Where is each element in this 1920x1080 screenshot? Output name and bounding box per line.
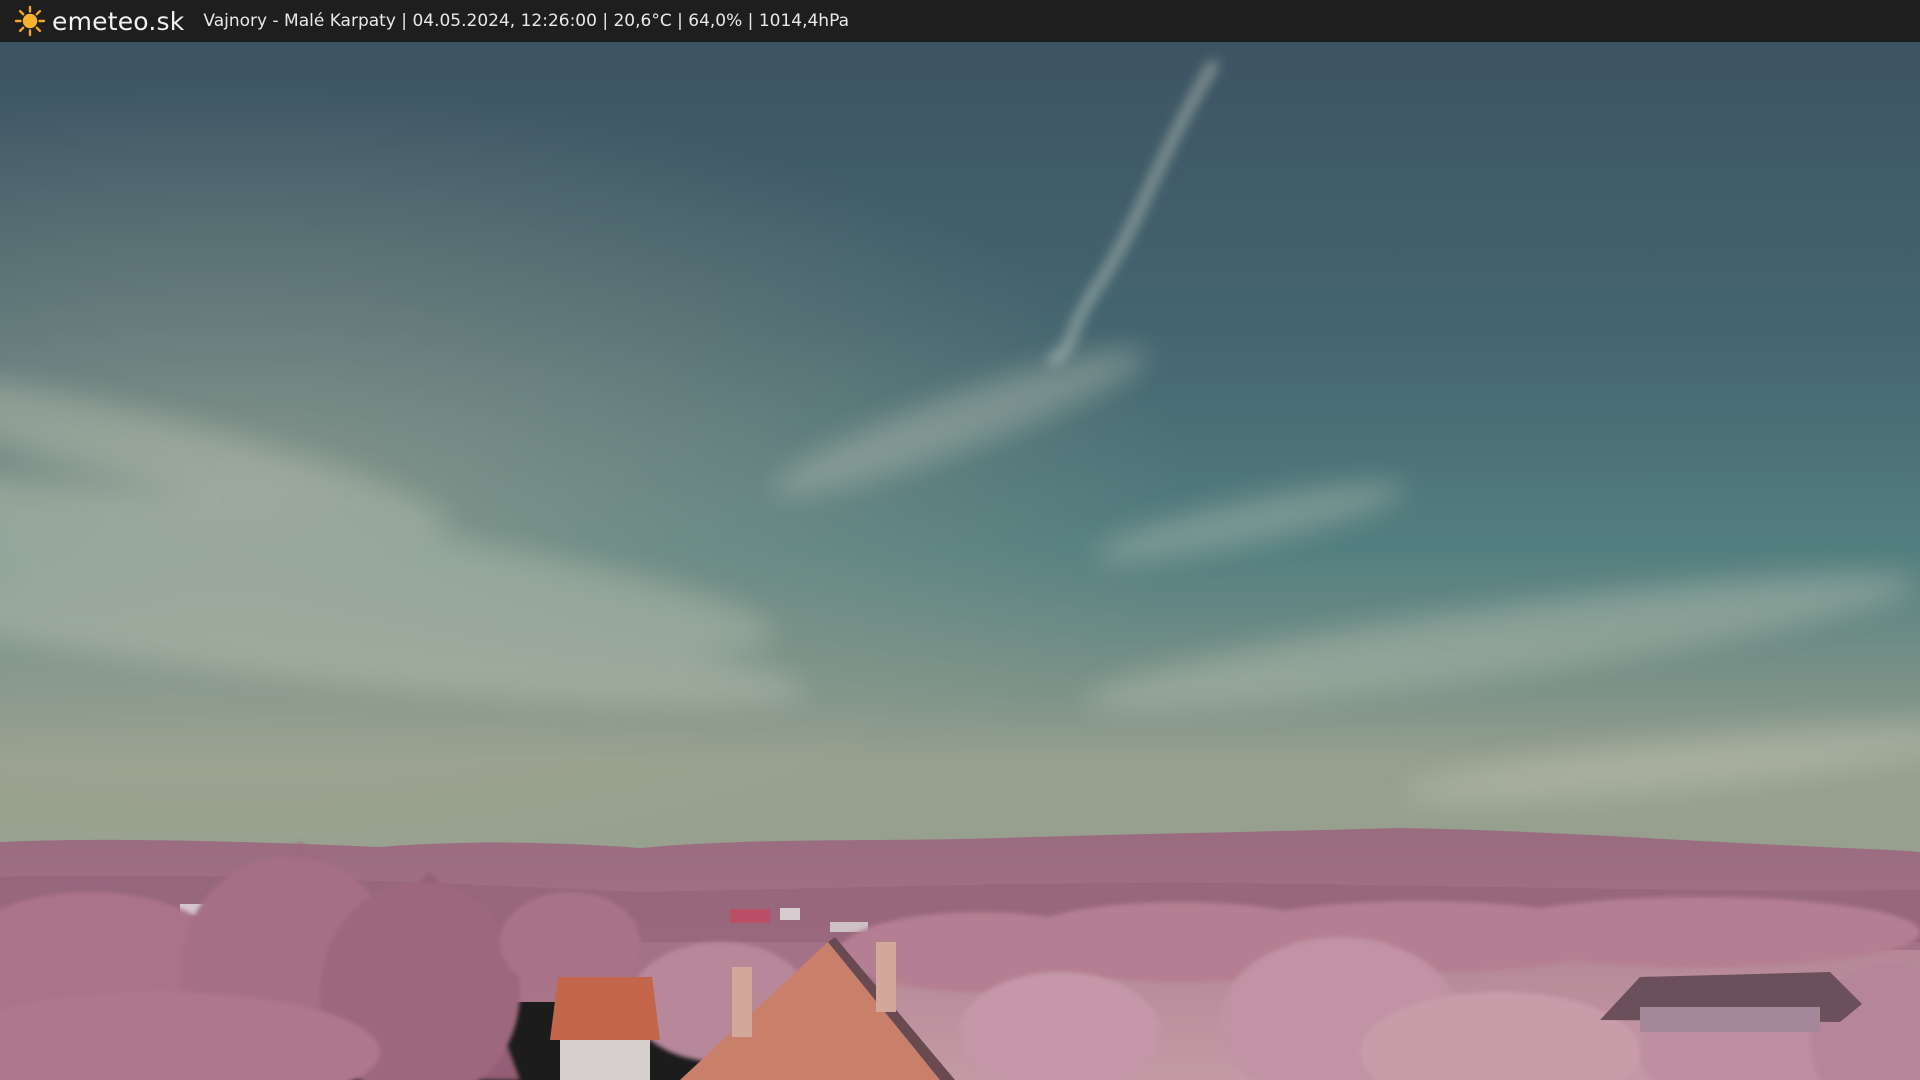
caption-bar: emeteo.sk Vajnory - Malé Karpaty | 04.05… — [0, 0, 1920, 42]
separator: | — [395, 11, 413, 31]
location-label: Vajnory - Malé Karpaty — [203, 11, 396, 31]
separator: | — [596, 11, 614, 31]
webcam-image — [0, 42, 1920, 1080]
brand-name: emeteo.sk — [52, 6, 185, 36]
weather-caption: Vajnory - Malé Karpaty | 04.05.2024, 12:… — [203, 11, 849, 31]
webcam-frame: emeteo.sk Vajnory - Malé Karpaty | 04.05… — [0, 0, 1920, 1080]
brand-logo[interactable]: emeteo.sk — [14, 5, 184, 37]
datetime-label: 04.05.2024, 12:26:00 — [412, 11, 597, 31]
temperature-value: 20,6°C — [613, 11, 672, 31]
house-roof-left — [550, 977, 660, 1080]
sun-icon — [14, 5, 46, 37]
separator: | — [671, 11, 689, 31]
humidity-value: 64,0% — [688, 11, 743, 31]
separator: | — [742, 11, 759, 31]
pressure-value: 1014,4hPa — [758, 11, 849, 31]
